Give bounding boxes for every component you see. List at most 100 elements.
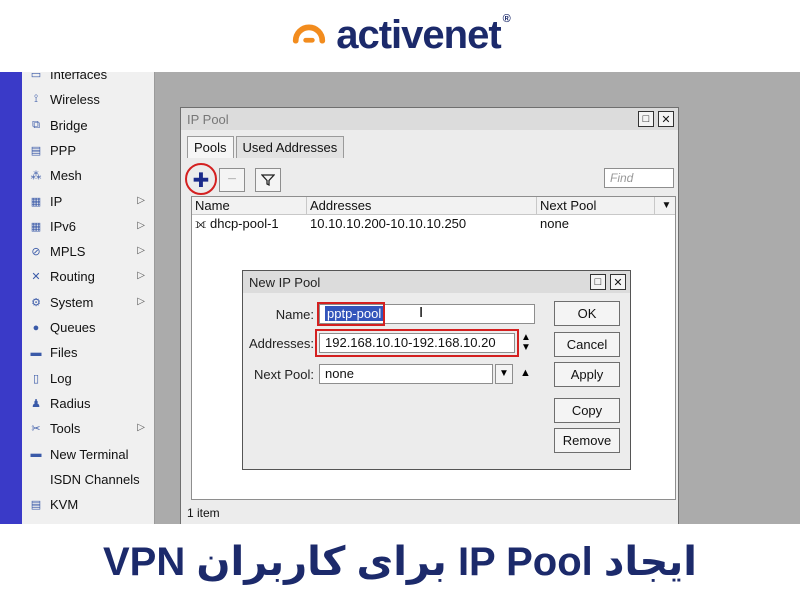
ip-icon: ▦ bbox=[30, 195, 42, 208]
ipv6-icon: ▦ bbox=[30, 220, 42, 233]
name-highlight bbox=[317, 302, 385, 326]
tab-used-addresses[interactable]: Used Addresses bbox=[235, 136, 345, 158]
sidebar-item-label: Bridge bbox=[50, 117, 88, 133]
close-icon[interactable]: ✕ bbox=[658, 111, 674, 127]
sidebar-item-label: New Terminal bbox=[50, 446, 129, 462]
blank-icon bbox=[28, 472, 44, 486]
sidebar-item-system[interactable]: ⚙ System ▷ bbox=[22, 290, 155, 315]
submenu-arrow-icon: ▷ bbox=[137, 422, 145, 434]
column-menu-icon[interactable]: ▼ bbox=[655, 197, 675, 214]
ip-pool-title-bar[interactable]: IP Pool □ ✕ bbox=[181, 108, 678, 130]
submenu-arrow-icon: ▷ bbox=[137, 194, 145, 206]
next-pool-select[interactable]: none bbox=[319, 364, 493, 384]
interfaces-icon: ▭ bbox=[30, 72, 42, 81]
sidebar-item-label: IP bbox=[50, 193, 63, 209]
sidebar-item-label: Log bbox=[50, 370, 72, 386]
ip-pool-title: IP Pool bbox=[187, 111, 229, 127]
sidebar-item-label: Files bbox=[50, 345, 78, 361]
pool-tabs: Pools Used Addresses bbox=[187, 136, 346, 158]
terminal-icon: ▬ bbox=[30, 448, 42, 460]
dialog-title-bar[interactable]: New IP Pool □ ✕ bbox=[243, 271, 630, 293]
sidebar-item-ipv6[interactable]: ▦ IPv6 ▷ bbox=[22, 214, 155, 239]
pool-name-cell: ⟗ dhcp-pool-1 bbox=[195, 216, 279, 231]
sidebar-item-label: Radius bbox=[50, 395, 91, 411]
sidebar-item-label: Tools bbox=[50, 421, 81, 437]
sidebar-item-mesh[interactable]: ⁂ Mesh bbox=[22, 163, 155, 188]
sidebar-item-new-terminal[interactable]: ▬ New Terminal bbox=[22, 442, 155, 467]
add-remove-address-icon[interactable]: ▲ ▼ bbox=[521, 333, 531, 353]
copy-button[interactable]: Copy bbox=[554, 398, 620, 423]
next-pool-label: Next Pool: bbox=[254, 367, 314, 382]
sidebar-item-routing[interactable]: ✕ Routing ▷ bbox=[22, 264, 155, 289]
mesh-icon: ⁂ bbox=[30, 170, 42, 183]
sidebar-item-radius[interactable]: ♟ Radius bbox=[22, 391, 155, 416]
col-next-pool[interactable]: Next Pool bbox=[537, 197, 655, 214]
sidebar-item-label: KVM bbox=[50, 497, 79, 513]
cancel-button[interactable]: Cancel bbox=[554, 332, 620, 357]
sidebar-item-bridge[interactable]: ⧉ Bridge bbox=[22, 113, 155, 138]
filter-icon[interactable] bbox=[255, 168, 281, 192]
maximize-icon[interactable]: □ bbox=[638, 111, 654, 127]
sidebar-item-kvm[interactable]: ▤ KVM bbox=[22, 492, 155, 517]
routing-icon: ✕ bbox=[31, 271, 41, 284]
sidebar-item-queues[interactable]: ● Queues bbox=[22, 315, 155, 340]
sidebar-strip bbox=[0, 72, 22, 524]
remove-button[interactable]: Remove bbox=[554, 428, 620, 453]
up-arrow-icon[interactable]: ▲ bbox=[520, 367, 531, 379]
files-icon: ▬ bbox=[30, 346, 42, 359]
pool-addresses-cell: 10.10.10.200-10.10.10.250 bbox=[310, 216, 467, 231]
ok-button[interactable]: OK bbox=[554, 301, 620, 326]
dialog-title: New IP Pool bbox=[249, 274, 321, 290]
radius-icon: ♟ bbox=[31, 397, 41, 410]
sidebar-item-label: System bbox=[50, 294, 94, 310]
sidebar-item-label: PPP bbox=[50, 142, 77, 158]
text-cursor-icon: I bbox=[419, 304, 424, 321]
ppp-icon: ▤ bbox=[30, 144, 42, 157]
sidebar-item-ppp[interactable]: ▤ PPP bbox=[22, 138, 155, 163]
addresses-highlight bbox=[315, 329, 519, 357]
sidebar-item-label: IPv6 bbox=[50, 218, 77, 234]
submenu-arrow-icon: ▷ bbox=[137, 219, 145, 231]
system-icon: ⚙ bbox=[31, 296, 41, 309]
apply-button[interactable]: Apply bbox=[554, 362, 620, 387]
name-label: Name: bbox=[275, 307, 314, 322]
sidebar-menu: ▭ Interfaces ⟟ Wireless ⧉ Bridge ▤ PPP ⁂ Mesh ▦ IP ▷… bbox=[22, 72, 155, 524]
dialog-close-icon[interactable]: ✕ bbox=[610, 274, 626, 290]
submenu-arrow-icon: ▷ bbox=[137, 270, 145, 282]
wireless-icon: ⟟ bbox=[33, 93, 39, 106]
queues-icon: ● bbox=[32, 321, 40, 334]
table-header: Name Addresses Next Pool ▼ bbox=[192, 197, 675, 215]
sidebar-item-ip[interactable]: ▦ IP ▷ bbox=[22, 189, 155, 214]
find-input[interactable]: Find bbox=[604, 168, 674, 188]
col-name[interactable]: Name bbox=[192, 197, 307, 214]
kvm-icon: ▤ bbox=[30, 499, 42, 512]
sidebar-item-files[interactable]: ▬ Files bbox=[22, 340, 155, 365]
addresses-label: Addresses: bbox=[248, 336, 314, 351]
sidebar-item-wireless[interactable]: ⟟ Wireless bbox=[22, 87, 155, 112]
dialog-maximize-icon[interactable]: □ bbox=[590, 274, 606, 290]
remove-icon[interactable]: − bbox=[219, 168, 245, 192]
activenet-logo-icon bbox=[293, 24, 326, 44]
sidebar-item-interfaces[interactable]: ▭ Interfaces bbox=[22, 72, 155, 87]
brand-name: activenet ® bbox=[336, 12, 511, 57]
winbox-screenshot: ▭ Interfaces ⟟ Wireless ⧉ Bridge ▤ PPP ⁂ Mesh ▦ IP ▷… bbox=[0, 72, 800, 524]
sidebar-item-label: ISDN Channels bbox=[50, 471, 140, 487]
table-row[interactable]: ⟗ dhcp-pool-1 10.10.10.200-10.10.10.250 … bbox=[192, 215, 675, 233]
add-icon[interactable]: ✚ bbox=[188, 168, 214, 192]
status-text: 1 item bbox=[187, 506, 220, 520]
sidebar-item-label: Queues bbox=[50, 320, 96, 335]
sidebar-item-log[interactable]: ▯ Log bbox=[22, 366, 155, 391]
pool-next-cell: none bbox=[540, 216, 569, 231]
submenu-arrow-icon: ▷ bbox=[137, 295, 145, 307]
sidebar-item-isdn-channels[interactable]: ISDN Channels bbox=[22, 467, 155, 492]
col-addresses[interactable]: Addresses bbox=[307, 197, 537, 214]
sidebar-item-mpls[interactable]: ⊘ MPLS ▷ bbox=[22, 239, 155, 264]
sidebar-item-make-supout-rif[interactable]: ▭Make Supout.rif bbox=[22, 517, 155, 524]
sidebar-item-tools[interactable]: ✂ Tools ▷ bbox=[22, 416, 155, 441]
sidebar-item-label: Mesh bbox=[50, 168, 82, 184]
tab-pools[interactable]: Pools bbox=[187, 136, 234, 158]
log-icon: ▯ bbox=[32, 372, 40, 385]
new-ip-pool-dialog: New IP Pool □ ✕ Name: pptp-pool I Addres… bbox=[242, 270, 631, 470]
sidebar-item-label: Routing bbox=[50, 269, 95, 285]
dropdown-icon[interactable]: ▼ bbox=[495, 364, 513, 384]
